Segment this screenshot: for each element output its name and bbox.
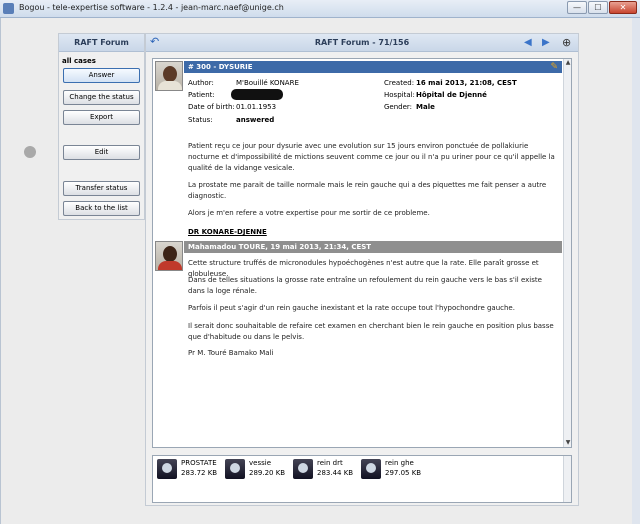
reply-paragraph: Pr M. Touré Bamako Mali bbox=[188, 349, 274, 357]
created-value: 16 mai 2013, 21:08, CEST bbox=[416, 79, 517, 87]
case-title: # 300 - DYSURIE bbox=[188, 63, 253, 71]
scroll-down-icon[interactable]: ▼ bbox=[564, 439, 571, 447]
patient-label: Patient: bbox=[188, 91, 215, 99]
author-label: Author: bbox=[188, 79, 214, 87]
gender-value: Male bbox=[416, 103, 435, 111]
maximize-button[interactable]: ☐ bbox=[588, 1, 608, 14]
close-button[interactable]: ✕ bbox=[609, 1, 637, 14]
attachment-size: 289.20 KB bbox=[249, 469, 286, 477]
attachment-item[interactable]: rein drt 283.44 KB bbox=[293, 459, 361, 483]
reply-paragraph: Parfois il peut s'agir d'un rein gauche … bbox=[188, 304, 515, 312]
case-signature: DR KONARE-DJENNE bbox=[188, 228, 267, 236]
reply-paragraph: Il serait donc souhaitable de refaire ce… bbox=[188, 322, 554, 341]
case-header-bar: # 300 - DYSURIE ✎ bbox=[184, 61, 562, 73]
page-title: RAFT Forum - 71/156 bbox=[314, 38, 410, 47]
change-status-button[interactable]: Change the status bbox=[63, 90, 140, 105]
export-button[interactable]: Export bbox=[63, 110, 140, 125]
back-to-list-button[interactable]: Back to the list bbox=[63, 201, 140, 216]
author-value: M'Bouillé KONARE bbox=[236, 79, 299, 87]
attachment-name: rein ghe bbox=[385, 459, 414, 467]
attachment-clip-icon[interactable]: ✎ bbox=[550, 61, 558, 73]
status-label: Status: bbox=[188, 116, 213, 124]
attachment-name: PROSTATE bbox=[181, 459, 217, 467]
status-dot bbox=[24, 146, 36, 158]
window-titlebar: Bogou - tele-expertise software - 1.2.4 … bbox=[0, 0, 640, 18]
attachment-item[interactable]: PROSTATE 283.72 KB bbox=[157, 459, 225, 483]
sidebar-header: RAFT Forum bbox=[59, 34, 144, 52]
reply-header-bar: Mahamadou TOURE, 19 mai 2013, 21:34, CES… bbox=[184, 241, 562, 253]
image-file-icon bbox=[157, 459, 177, 479]
reply-avatar bbox=[155, 241, 183, 271]
attachment-name: rein drt bbox=[317, 459, 343, 467]
image-file-icon bbox=[361, 459, 381, 479]
dob-label: Date of birth: bbox=[188, 103, 235, 111]
patient-redacted bbox=[231, 89, 283, 100]
edit-button[interactable]: Edit bbox=[63, 145, 140, 160]
answer-button[interactable]: Answer bbox=[63, 68, 140, 83]
avatar-face bbox=[163, 66, 177, 82]
case-paragraph: Alors je m'en refere a votre expertise p… bbox=[188, 209, 430, 217]
window-right-edge bbox=[632, 18, 640, 524]
main-header: ↶ RAFT Forum - 71/156 ◀ ▶ ⊕ bbox=[146, 34, 578, 52]
attachment-item[interactable]: rein ghe 297.05 KB bbox=[361, 459, 429, 483]
scroll-up-icon[interactable]: ▲ bbox=[564, 59, 571, 67]
transfer-status-button[interactable]: Transfer status bbox=[63, 181, 140, 196]
attachment-size: 297.05 KB bbox=[385, 469, 422, 477]
previous-case-icon[interactable]: ◀ bbox=[524, 37, 536, 49]
attachments-panel: PROSTATE 283.72 KB vessie 289.20 KB rein… bbox=[152, 455, 572, 503]
hospital-label: Hospital: bbox=[384, 91, 415, 99]
case-content[interactable]: # 300 - DYSURIE ✎ Author: M'Bouillé KONA… bbox=[152, 58, 572, 448]
filter-label: all cases bbox=[62, 57, 96, 65]
minimize-button[interactable]: — bbox=[567, 1, 587, 14]
hospital-value: Hôpital de Djenné bbox=[416, 91, 487, 99]
attachments-scrollbar[interactable] bbox=[563, 456, 571, 502]
attachment-item[interactable]: vessie 289.20 KB bbox=[225, 459, 293, 483]
window-title: Bogou - tele-expertise software - 1.2.4 … bbox=[19, 3, 284, 12]
gender-label: Gender: bbox=[384, 103, 413, 111]
sidebar: RAFT Forum all cases Answer Change the s… bbox=[58, 33, 145, 220]
created-label: Created: bbox=[384, 79, 415, 87]
author-avatar bbox=[155, 61, 183, 91]
reply-paragraph: Dans de telles situations la grosse rate… bbox=[188, 276, 542, 295]
case-paragraph: La prostate me parait de taille normale … bbox=[188, 181, 547, 200]
case-paragraph: Patient reçu ce jour pour dysurie avec u… bbox=[188, 142, 555, 172]
image-file-icon bbox=[293, 459, 313, 479]
content-scrollbar[interactable]: ▲ ▼ bbox=[563, 59, 571, 447]
next-case-icon[interactable]: ▶ bbox=[542, 37, 554, 49]
avatar-body bbox=[158, 81, 182, 90]
main-panel: ↶ RAFT Forum - 71/156 ◀ ▶ ⊕ # 300 - DYSU… bbox=[145, 33, 579, 506]
attachment-name: vessie bbox=[249, 459, 271, 467]
attachment-size: 283.72 KB bbox=[181, 469, 218, 477]
attachment-size: 283.44 KB bbox=[317, 469, 354, 477]
image-file-icon bbox=[225, 459, 245, 479]
zoom-icon[interactable]: ⊕ bbox=[562, 36, 576, 50]
app-icon bbox=[3, 3, 14, 14]
avatar-body bbox=[158, 261, 182, 270]
dob-value: 01.01.1953 bbox=[236, 103, 277, 111]
avatar-face bbox=[163, 246, 177, 262]
status-value: answered bbox=[236, 116, 275, 124]
